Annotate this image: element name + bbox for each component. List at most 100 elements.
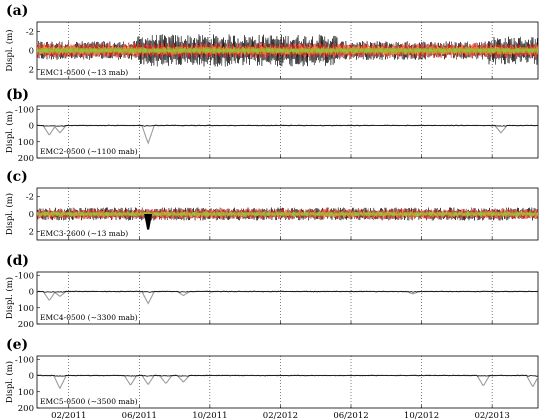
plot-area <box>37 207 538 230</box>
y-tick-label: 0 <box>29 47 34 57</box>
y-tick-label: -100 <box>15 271 34 281</box>
series-green-marker <box>403 212 408 216</box>
panel-letter: (a) <box>6 3 28 19</box>
figure: (a) -2 0 2 Displ. (m) EMC1-0500 (∼13 mab) (b) -… <box>4 3 539 420</box>
series-green-marker <box>192 212 196 216</box>
series-green-marker <box>366 212 371 216</box>
y-tick-label: 0 <box>29 210 34 220</box>
series-green-marker <box>329 48 333 53</box>
series-green-marker <box>466 48 470 53</box>
y-axis-label: Displ. (m) <box>4 29 15 71</box>
x-tick-label: 06/2012 <box>333 411 368 420</box>
panel-letter: (e) <box>6 337 28 353</box>
series-green-marker <box>105 212 109 216</box>
series-green-marker <box>242 48 246 53</box>
series-green-marker <box>391 212 396 216</box>
series-green-marker <box>304 212 309 216</box>
series-green-marker <box>478 212 483 216</box>
x-tick-label: 02/2011 <box>51 411 86 420</box>
x-tick-label: 02/2013 <box>474 411 509 420</box>
series-green-marker <box>503 212 507 216</box>
series-green-marker <box>167 212 172 216</box>
series-green-marker <box>117 48 122 53</box>
y-tick-label: 100 <box>18 138 34 148</box>
panel-letter: (b) <box>6 87 29 103</box>
series-green-marker <box>229 48 234 53</box>
series-green-marker <box>515 48 520 53</box>
y-tick-label: -100 <box>15 355 34 365</box>
series-green-marker <box>316 48 321 53</box>
series-green-marker <box>55 212 60 216</box>
y-tick-label: 200 <box>18 404 34 414</box>
series-green-marker <box>80 48 85 53</box>
series-green-marker <box>391 48 396 53</box>
series-green-marker <box>490 212 495 216</box>
panel-d: (d) -100 0 100 200Displ. (m) EMC4-0500 (∼3300… <box>4 253 539 330</box>
mooring-annotation: EMC2-0500 (∼1100 mab) <box>40 147 138 156</box>
series-green-marker <box>242 212 246 216</box>
y-tick-label: -2 <box>26 28 34 38</box>
series-grey <box>37 124 538 145</box>
series-green-marker <box>180 212 184 216</box>
series-green-marker <box>291 212 296 216</box>
mooring-annotation: EMC1-0500 (∼13 mab) <box>40 68 128 77</box>
x-tick-label: 10/2011 <box>192 411 227 420</box>
series-green-marker <box>55 48 60 53</box>
series-green-marker <box>441 48 445 53</box>
series-green-marker <box>528 212 532 216</box>
event-spike <box>144 214 153 230</box>
panel-a: (a) -2 0 2 Displ. (m) EMC1-0500 (∼13 mab) <box>4 3 539 80</box>
y-tick-label: -100 <box>15 105 34 115</box>
series-green-marker <box>68 48 72 53</box>
series-green-marker <box>254 48 259 53</box>
series-green-marker <box>428 48 433 53</box>
x-tick-label: 02/2012 <box>263 411 298 420</box>
series-green-marker <box>204 212 209 216</box>
series-green-marker <box>453 48 458 53</box>
series-green-marker <box>515 212 520 216</box>
series-green-marker <box>142 48 147 53</box>
series-green-marker <box>267 212 271 216</box>
series-green-marker <box>379 48 383 53</box>
series-green-marker <box>354 48 358 53</box>
series-green-marker <box>366 48 371 53</box>
mooring-annotation: EMC4-0500 (∼3300 mab) <box>40 313 138 322</box>
y-axis-label: Displ. (m) <box>4 277 15 319</box>
series-green-marker <box>416 212 420 216</box>
x-tick-label: 06/2011 <box>122 411 157 420</box>
panel-c: (c) -2 0 2 Displ. (m) EMC3-2600 (∼13 mab) <box>4 169 539 241</box>
plot-area <box>37 124 538 145</box>
series-green-marker <box>329 212 333 216</box>
panel-b: (b) -100 0 100 200Displ. (m) EMC2-0500 (∼1100… <box>4 87 539 164</box>
series-green-marker <box>403 48 408 53</box>
mooring-annotation: EMC5-0500 (∼3500 mab) <box>40 397 138 406</box>
series-green-marker <box>43 48 47 53</box>
y-axis-label: Displ. (m) <box>4 361 15 403</box>
y-axis-label: Displ. (m) <box>4 193 15 235</box>
y-tick-label: 0 <box>29 288 34 298</box>
series-green-marker <box>92 48 97 53</box>
x-tick-label: 10/2012 <box>404 411 439 420</box>
series-green-marker <box>105 48 109 53</box>
series-grey <box>37 374 538 390</box>
series-green-marker <box>180 48 184 53</box>
series-grey <box>37 290 538 305</box>
plot-area <box>37 374 538 390</box>
y-tick-label: 200 <box>18 154 34 164</box>
series-green-marker <box>341 212 346 216</box>
series-green-marker <box>354 212 358 216</box>
series-green-marker <box>192 48 196 53</box>
y-tick-label: 2 <box>29 66 34 76</box>
series-green-marker <box>416 48 420 53</box>
y-tick-label: -2 <box>26 193 34 203</box>
series-green-marker <box>528 48 532 53</box>
y-tick-label: 100 <box>18 304 34 314</box>
series-green-marker <box>217 212 221 216</box>
panel-e: (e) -100 0 100 200Displ. (m) EMC5-0500 (∼3500… <box>4 337 539 414</box>
series-green-marker <box>204 48 209 53</box>
series-green-marker <box>428 212 433 216</box>
series-green-marker <box>217 48 221 53</box>
series-green-marker <box>304 48 309 53</box>
panel-letter: (d) <box>6 253 29 269</box>
panel-letter: (c) <box>6 169 28 185</box>
